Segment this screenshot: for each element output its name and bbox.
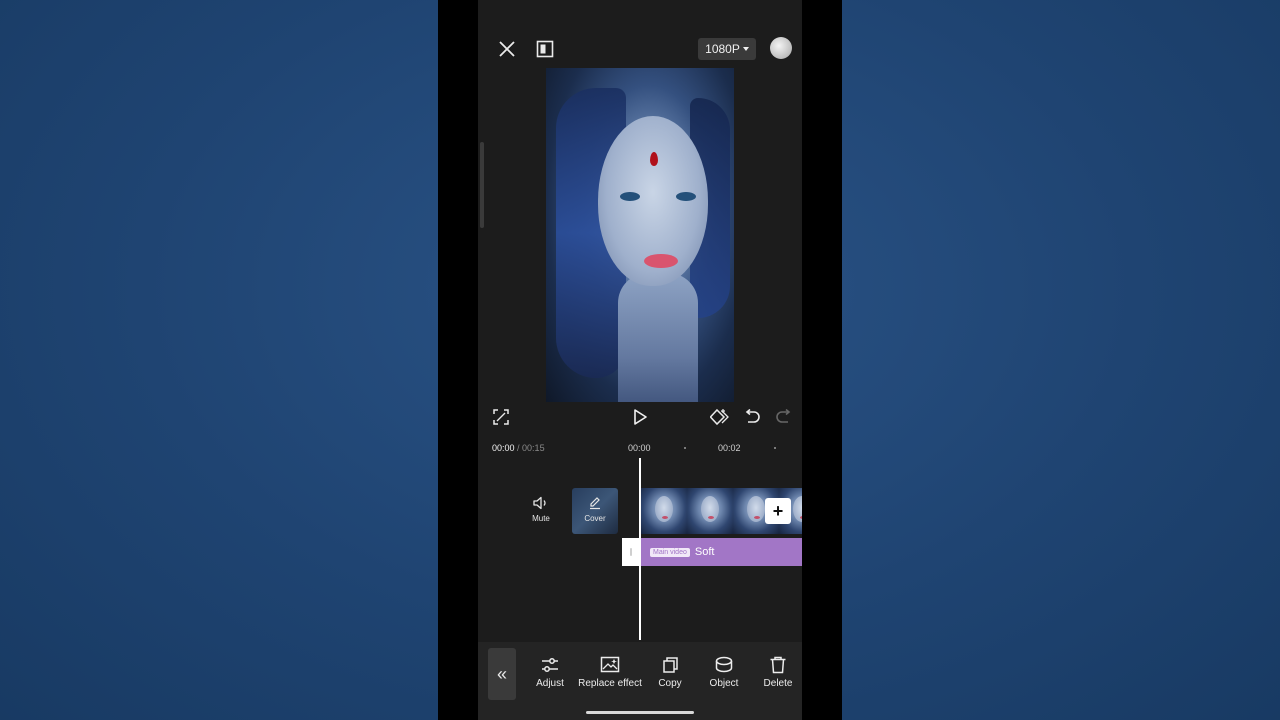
delete-icon <box>770 656 786 674</box>
adjust-label: Adjust <box>536 678 564 689</box>
mute-label: Mute <box>532 514 550 523</box>
total-time: / 00:15 <box>517 443 545 453</box>
timecode: 00:00 / 00:15 <box>492 443 545 453</box>
redo-button[interactable] <box>773 406 795 428</box>
keyframe-icon <box>710 408 729 426</box>
effect-name: Soft <box>694 546 715 558</box>
cover-label: Cover <box>584 514 606 523</box>
object-icon <box>715 656 733 673</box>
current-time: 00:00 <box>492 443 515 453</box>
resolution-dropdown[interactable]: 1080P <box>698 38 756 60</box>
effect-badge: Main video <box>650 547 690 557</box>
preview-eye-left <box>620 192 640 201</box>
edit-icon <box>590 497 600 510</box>
adjust-button[interactable]: Adjust <box>532 656 568 692</box>
plus-icon: + <box>772 500 784 521</box>
copy-label: Copy <box>658 678 682 689</box>
effect-clip[interactable]: Main video Soft <box>640 538 802 566</box>
playhead[interactable] <box>639 458 641 640</box>
collapse-button[interactable]: « <box>488 648 516 700</box>
replace-effect-icon <box>600 656 620 673</box>
video-preview[interactable] <box>546 68 734 402</box>
preview-eye-right <box>676 192 696 201</box>
preview-neck <box>618 273 698 402</box>
double-chevron-left-icon: « <box>496 663 507 684</box>
close-button[interactable] <box>496 38 518 60</box>
fullscreen-button[interactable] <box>490 406 512 428</box>
mute-button[interactable]: Mute <box>523 496 559 526</box>
clip-frame <box>687 488 733 534</box>
ruler-tick <box>774 447 776 449</box>
layout-button[interactable] <box>534 38 556 60</box>
replace-effect-button[interactable]: Replace effect <box>576 656 644 692</box>
undo-button[interactable] <box>741 406 763 428</box>
play-icon <box>634 409 647 425</box>
preview-lips <box>644 254 678 268</box>
clip-frame <box>641 488 687 534</box>
delete-button[interactable]: Delete <box>760 656 796 692</box>
cover-button[interactable]: Cover <box>577 496 613 526</box>
redo-icon <box>776 409 791 423</box>
delete-label: Delete <box>763 678 793 689</box>
fullscreen-icon <box>493 409 509 425</box>
object-button[interactable]: Object <box>704 656 744 692</box>
home-indicator <box>586 711 694 714</box>
keyframe-button[interactable] <box>709 406 731 428</box>
close-icon <box>499 41 515 57</box>
play-button[interactable] <box>629 406 651 428</box>
effect-trim-handle[interactable] <box>622 538 640 566</box>
copy-icon <box>663 657 678 673</box>
ruler-tick <box>684 447 686 449</box>
object-label: Object <box>709 678 739 689</box>
ruler-label: 00:02 <box>718 443 741 453</box>
ruler-label: 00:00 <box>628 443 651 453</box>
layout-icon <box>536 40 554 58</box>
replace-effect-label: Replace effect <box>578 678 642 689</box>
chevron-down-icon <box>742 47 749 51</box>
undo-icon <box>745 409 760 423</box>
resolution-label: 1080P <box>705 42 740 56</box>
copy-button[interactable]: Copy <box>654 656 686 692</box>
preview-bindi <box>650 152 658 166</box>
export-button[interactable] <box>770 37 792 59</box>
add-clip-button[interactable]: + <box>765 498 791 524</box>
side-handle <box>480 142 484 228</box>
adjust-icon <box>542 658 558 672</box>
speaker-icon <box>533 496 546 510</box>
